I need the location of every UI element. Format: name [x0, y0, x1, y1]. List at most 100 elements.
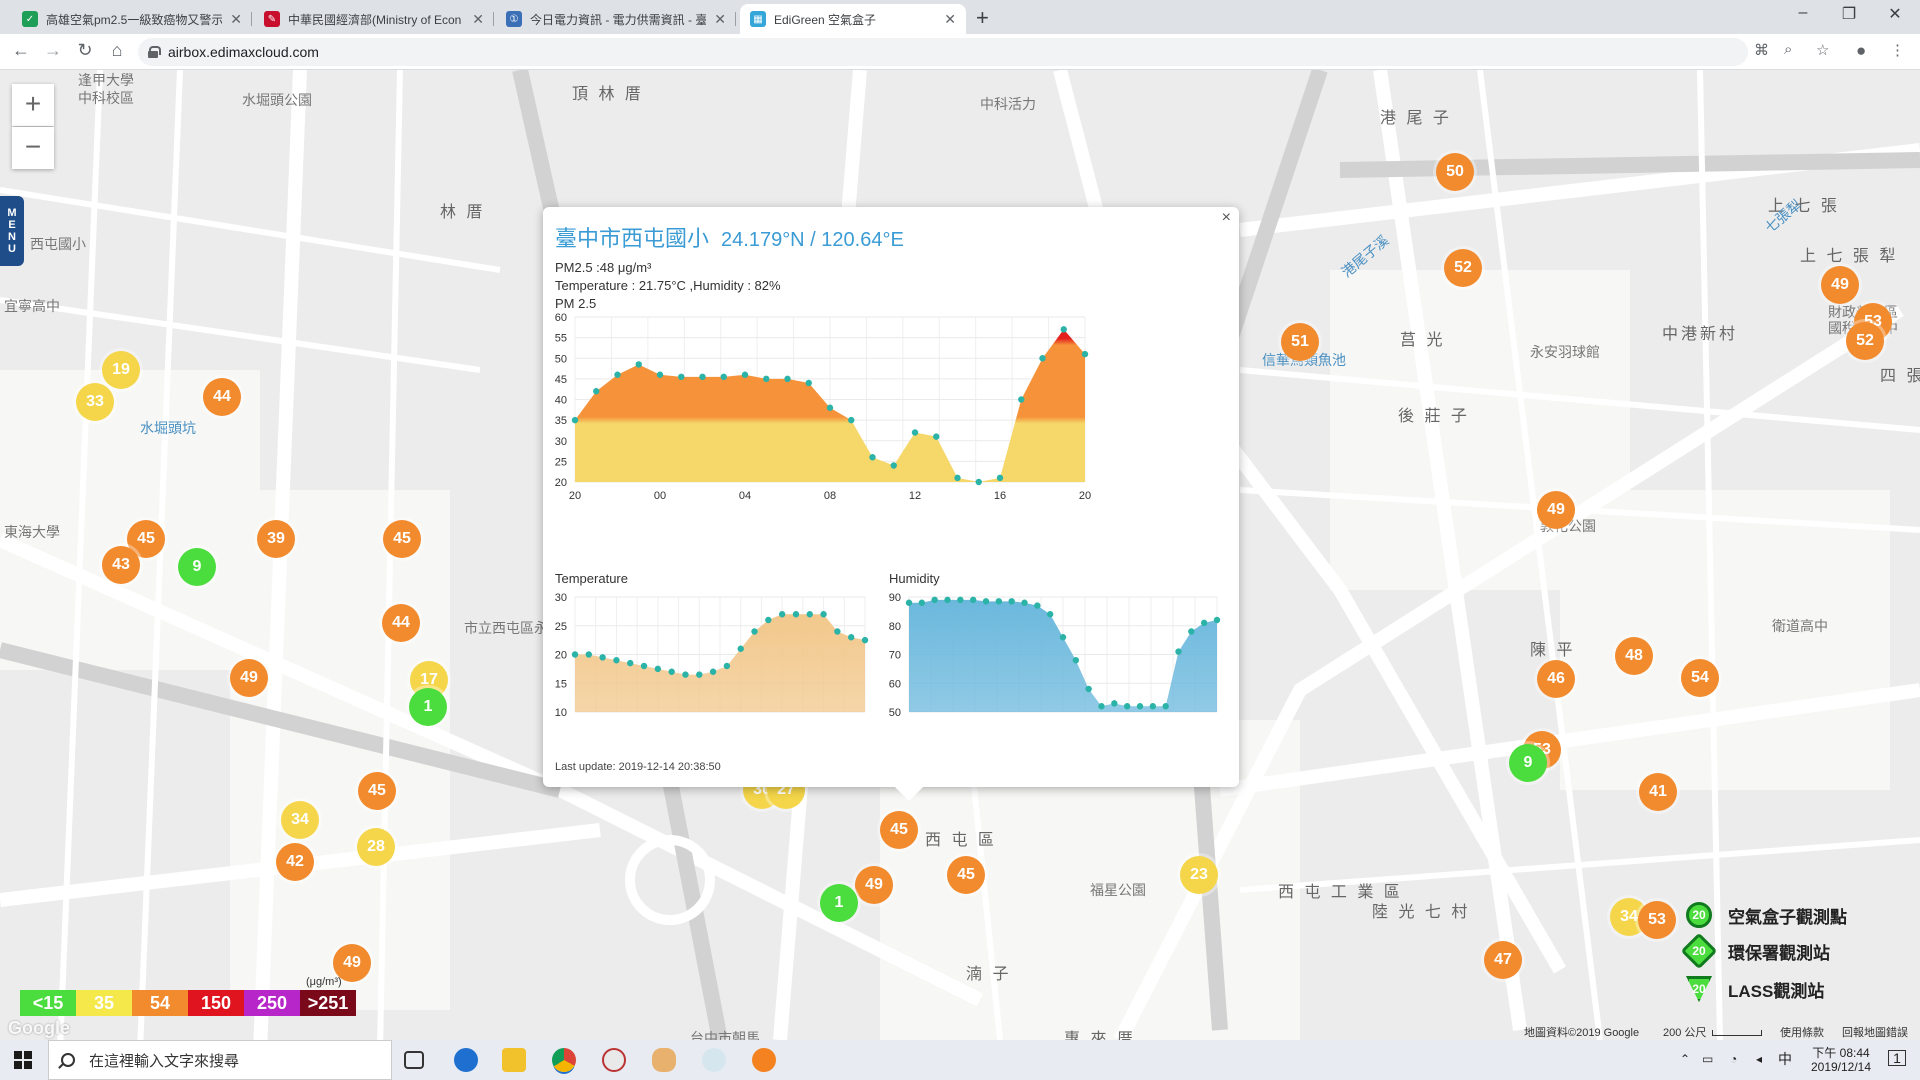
pm25-sensor-marker[interactable]: 34: [281, 801, 319, 839]
pm25-sensor-marker[interactable]: 33: [76, 383, 114, 421]
pm25-sensor-marker[interactable]: 51: [1281, 323, 1319, 361]
data-point[interactable]: [656, 371, 664, 378]
pm25-sensor-marker[interactable]: 47: [1484, 941, 1522, 979]
terms-link[interactable]: 使用條款: [1780, 1024, 1824, 1040]
data-point[interactable]: [834, 628, 841, 635]
data-point[interactable]: [720, 373, 727, 381]
data-point[interactable]: [627, 659, 634, 667]
notification-icon[interactable]: 1: [1888, 1050, 1906, 1066]
data-point[interactable]: [1059, 634, 1067, 641]
data-point[interactable]: [571, 651, 579, 658]
data-point[interactable]: [1175, 648, 1182, 655]
bookmark-star-icon[interactable]: ☆: [1816, 41, 1829, 59]
new-tab-button[interactable]: +: [976, 5, 989, 31]
data-point[interactable]: [1072, 657, 1080, 664]
data-point[interactable]: [1081, 350, 1089, 358]
home-icon[interactable]: ⌂: [104, 40, 130, 61]
edge-browser-icon[interactable]: [454, 1048, 478, 1072]
close-icon[interactable]: ×: [1222, 209, 1231, 227]
pm25-sensor-marker[interactable]: 44: [203, 378, 241, 416]
app-icon-d[interactable]: [752, 1048, 776, 1072]
data-point[interactable]: [996, 474, 1004, 482]
maximize-button[interactable]: ❐: [1826, 4, 1872, 24]
data-point[interactable]: [654, 665, 662, 673]
data-point[interactable]: [933, 433, 940, 440]
pm25-sensor-marker[interactable]: 9: [178, 548, 216, 586]
data-point[interactable]: [861, 636, 869, 644]
data-point[interactable]: [792, 611, 800, 618]
taskbar-search-box[interactable]: 在這裡輸入文字來搜尋: [48, 1040, 392, 1080]
data-point[interactable]: [682, 671, 689, 678]
data-point[interactable]: [1188, 628, 1195, 635]
data-point[interactable]: [1018, 396, 1025, 403]
data-point[interactable]: [784, 375, 791, 383]
data-point[interactable]: [614, 371, 621, 378]
data-point[interactable]: [1200, 619, 1208, 627]
data-point[interactable]: [869, 454, 876, 461]
data-point[interactable]: [1046, 611, 1054, 618]
data-point[interactable]: [778, 611, 786, 618]
file-explorer-icon[interactable]: [502, 1048, 526, 1072]
app-icon-a[interactable]: [602, 1048, 626, 1072]
back-arrow-icon[interactable]: ←: [8, 40, 34, 61]
data-point[interactable]: [1162, 703, 1169, 710]
data-point[interactable]: [699, 373, 706, 381]
pm25-sensor-marker[interactable]: 49: [1537, 491, 1575, 529]
data-point[interactable]: [709, 668, 717, 675]
report-map-error-link[interactable]: 回報地圖錯誤: [1842, 1024, 1908, 1040]
data-point[interactable]: [848, 416, 855, 424]
data-point[interactable]: [585, 651, 593, 658]
zoom-in-button[interactable]: +: [12, 84, 54, 126]
data-point[interactable]: [1136, 703, 1144, 710]
browser-tab[interactable]: ① 今日電力資訊 - 電力供需資訊 - 臺 ✕: [496, 4, 736, 34]
pm25-sensor-marker[interactable]: 1: [409, 688, 447, 726]
data-point[interactable]: [1213, 616, 1221, 624]
show-hidden-icons[interactable]: ⌃: [1680, 1052, 1690, 1066]
tab-close-icon[interactable]: ✕: [230, 11, 242, 28]
data-point[interactable]: [975, 478, 982, 486]
data-point[interactable]: [847, 634, 855, 641]
data-point[interactable]: [1034, 602, 1041, 609]
data-point[interactable]: [1098, 703, 1105, 710]
data-point[interactable]: [668, 668, 675, 675]
data-point[interactable]: [820, 611, 827, 618]
pm25-sensor-marker[interactable]: 28: [357, 828, 395, 866]
browser-tab[interactable]: ▦ EdiGreen 空氣盒子 ✕: [740, 4, 966, 34]
pm25-sensor-marker[interactable]: 43: [102, 546, 140, 584]
pm25-sensor-marker[interactable]: 49: [1821, 266, 1859, 304]
zoom-icon[interactable]: ⌕: [1784, 41, 1792, 58]
data-point[interactable]: [995, 598, 1003, 605]
pm25-sensor-marker[interactable]: 39: [257, 520, 295, 558]
reload-icon[interactable]: ↻: [72, 40, 98, 61]
data-point[interactable]: [957, 596, 964, 604]
data-point[interactable]: [737, 645, 744, 652]
pm25-sensor-marker[interactable]: 44: [382, 604, 420, 642]
data-point[interactable]: [741, 371, 749, 378]
data-point[interactable]: [640, 662, 648, 670]
data-point[interactable]: [751, 628, 758, 635]
ime-indicator[interactable]: 中: [1778, 1052, 1792, 1066]
tab-close-icon[interactable]: ✕: [472, 11, 484, 28]
data-point[interactable]: [806, 611, 813, 618]
app-icon-b[interactable]: [652, 1048, 676, 1072]
data-point[interactable]: [593, 388, 600, 395]
pm25-sensor-marker[interactable]: 46: [1537, 660, 1575, 698]
data-point[interactable]: [944, 596, 951, 604]
tab-close-icon[interactable]: ✕: [714, 11, 726, 28]
browser-tab[interactable]: ✎ 中華民國經濟部(Ministry of Econ ✕: [254, 4, 494, 34]
map-canvas[interactable]: 逢甲大學中科校區水堀頭公園頂 林 厝中科活力港 尾 子上 七 張上 七 張 犁財…: [0, 70, 1920, 1040]
data-point[interactable]: [765, 616, 772, 624]
data-point[interactable]: [890, 462, 897, 469]
tab-close-icon[interactable]: ✕: [944, 11, 956, 28]
translate-icon[interactable]: ⌘: [1754, 41, 1769, 59]
zoom-out-button[interactable]: −: [12, 127, 54, 169]
data-point[interactable]: [982, 598, 990, 605]
data-point[interactable]: [1111, 700, 1118, 707]
forward-arrow-icon[interactable]: →: [40, 40, 66, 61]
pm25-sensor-marker[interactable]: 48: [1615, 637, 1653, 675]
data-point[interactable]: [678, 373, 685, 381]
data-point[interactable]: [1039, 355, 1046, 362]
pm25-sensor-marker[interactable]: 9: [1509, 744, 1547, 782]
more-menu-icon[interactable]: ⋮: [1890, 41, 1905, 59]
data-point[interactable]: [969, 596, 977, 604]
